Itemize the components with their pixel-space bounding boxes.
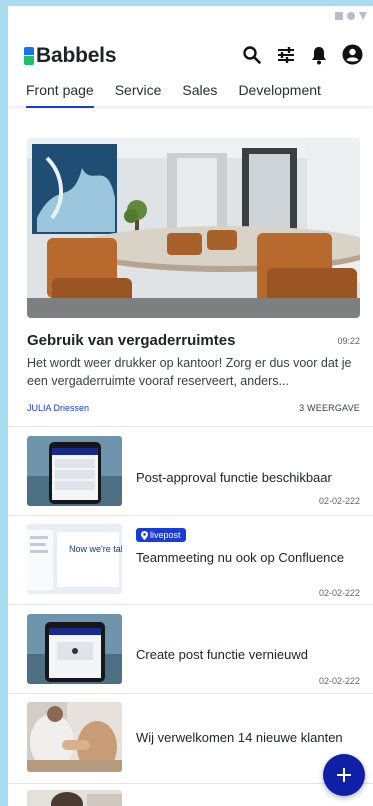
divider	[8, 604, 373, 605]
post-date: 02-02-222	[318, 588, 360, 598]
featured-image[interactable]	[27, 138, 360, 318]
featured-views: 3 WEERGAVE	[299, 403, 360, 413]
livepost-badge: livepost	[136, 528, 186, 542]
status-square-icon	[335, 12, 343, 20]
post-thumbnail	[27, 790, 122, 806]
post-thumbnail: Now we're talking!	[27, 524, 122, 594]
post-title: Post-approval functie beschikbaar	[136, 470, 332, 485]
divider	[8, 426, 373, 427]
list-item[interactable]: Create post functie vernieuwd 02-02-222	[8, 606, 373, 694]
bell-icon[interactable]	[310, 45, 328, 65]
status-triangle-icon	[359, 12, 367, 20]
thumb-text: Now we're talking!	[69, 544, 122, 554]
post-title: Wij verwelkomen 14 nieuwe klanten	[136, 730, 343, 745]
post-thumbnail	[27, 436, 122, 506]
plus-icon	[337, 768, 351, 782]
status-bar	[335, 12, 367, 20]
app-screen: Babbels Front page Service Sales Develop…	[8, 6, 373, 806]
filter-sliders-icon[interactable]	[276, 45, 296, 65]
tab-front-page[interactable]: Front page	[26, 82, 94, 108]
location-pin-icon	[141, 530, 148, 540]
featured-title[interactable]: Gebruik van vergaderruimtes	[27, 332, 235, 349]
logo-icon	[24, 47, 34, 65]
list-item[interactable]: Wij verwelkomen 14 nieuwe klanten 02	[8, 694, 373, 782]
badge-label: livepost	[150, 530, 181, 540]
post-date: 02-02-222	[318, 496, 360, 506]
tab-sales[interactable]: Sales	[182, 82, 217, 108]
account-icon[interactable]	[342, 44, 363, 65]
list-item[interactable]: Post-approval functie beschikbaar 02-02-…	[8, 428, 373, 516]
category-tabs: Front page Service Sales Development	[26, 82, 342, 108]
post-title: Teammeeting nu ook op Confluence	[136, 550, 345, 565]
list-item[interactable]: Now we're talking! livepost Teammeeting …	[8, 516, 373, 604]
post-thumbnail	[27, 702, 122, 772]
header-actions	[242, 44, 363, 65]
status-circle-icon	[347, 12, 355, 20]
tab-service[interactable]: Service	[115, 82, 162, 108]
post-title: Create post functie vernieuwd	[136, 647, 308, 662]
search-icon[interactable]	[242, 45, 262, 65]
featured-description: Het wordt weer drukker op kantoor! Zorg …	[27, 356, 352, 388]
app-name: Babbels	[36, 44, 117, 67]
featured-author[interactable]: JULIA Driessen	[27, 403, 89, 413]
tab-development[interactable]: Development	[238, 82, 321, 108]
post-thumbnail	[27, 614, 122, 684]
app-header: Babbels Front page Service Sales Develop…	[8, 6, 373, 108]
post-date: 02-02-222	[318, 676, 360, 686]
create-post-button[interactable]	[323, 754, 365, 796]
app-logo: Babbels	[24, 44, 116, 68]
list-item[interactable]	[8, 784, 373, 806]
featured-time: 09:22	[337, 336, 360, 346]
